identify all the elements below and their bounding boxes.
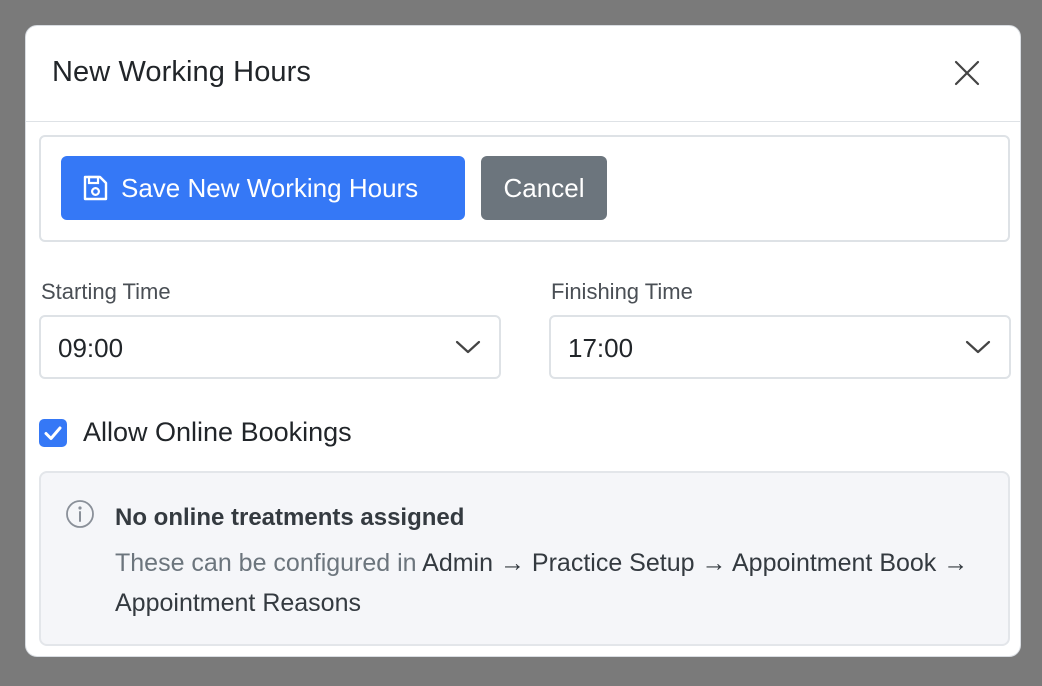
close-button[interactable] — [950, 56, 984, 90]
check-icon — [44, 426, 62, 440]
starting-time-select[interactable]: 09:00 — [39, 315, 501, 379]
new-working-hours-modal: New Working Hours Save New Working Hours… — [25, 25, 1021, 657]
save-button-label: Save New Working Hours — [121, 172, 419, 203]
info-icon — [66, 500, 94, 528]
chevron-down-icon — [455, 340, 481, 354]
starting-time-label: Starting Time — [41, 279, 171, 304]
info-text: These can be configured in Admin → Pract… — [115, 543, 975, 623]
info-text-prefix: These can be configured in — [115, 549, 423, 577]
cancel-button[interactable]: Cancel — [481, 156, 607, 220]
chevron-down-icon — [965, 340, 991, 354]
cancel-button-label: Cancel — [503, 172, 585, 203]
save-button[interactable]: Save New Working Hours — [61, 156, 465, 220]
close-icon — [954, 60, 980, 86]
finishing-time-select[interactable]: 17:00 — [549, 315, 1011, 379]
allow-online-bookings-label[interactable]: Allow Online Bookings — [83, 416, 352, 448]
modal-title: New Working Hours — [52, 56, 312, 88]
info-alert: No online treatments assigned These can … — [39, 471, 1010, 646]
action-toolbar: Save New Working Hours Cancel — [39, 135, 1010, 242]
allow-online-bookings-checkbox[interactable] — [39, 419, 67, 447]
save-icon — [83, 175, 108, 201]
modal-header: New Working Hours — [26, 26, 1020, 122]
finishing-time-value: 17:00 — [568, 333, 634, 363]
finishing-time-label: Finishing Time — [551, 279, 693, 304]
info-title: No online treatments assigned — [115, 504, 465, 531]
starting-time-value: 09:00 — [58, 333, 124, 363]
